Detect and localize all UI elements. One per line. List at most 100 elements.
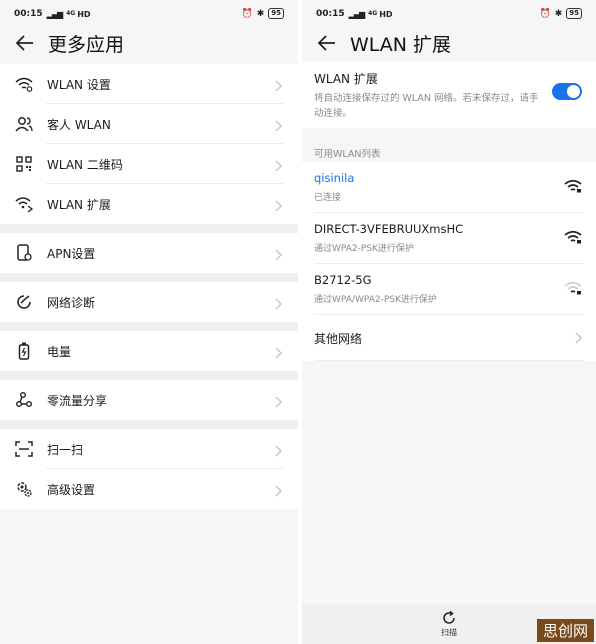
chevron-right-icon: [275, 117, 282, 136]
qrcode-icon: [14, 154, 34, 174]
signal-icon: ▂▄▆: [348, 9, 366, 19]
chevron-right-icon: [275, 393, 282, 412]
battery-indicator: 95: [566, 8, 582, 19]
settings-item[interactable]: 电量: [0, 331, 298, 371]
settings-item[interactable]: WLAN 设置: [0, 64, 298, 104]
back-arrow-icon[interactable]: [14, 32, 36, 54]
wlan-extend-switch[interactable]: [552, 83, 582, 100]
chevron-right-icon: [275, 77, 282, 96]
chevron-right-icon: [275, 197, 282, 216]
settings-list: WLAN 设置 客人 WLAN WLAN 二维码 WLAN 扩展 APN设置网络诊断电量…: [0, 64, 298, 509]
scan-button[interactable]: 扫描: [441, 610, 457, 638]
settings-item[interactable]: 客人 WLAN: [0, 104, 298, 144]
settings-item-label: 扫一扫: [47, 442, 84, 457]
apn-icon: [14, 243, 34, 263]
settings-item-label: 零流量分享: [47, 393, 108, 408]
wlan-network-item[interactable]: DIRECT-3VFEBRUUXmsHC 通过WPA2-PSK进行保护: [302, 213, 596, 264]
settings-item-label: 客人 WLAN: [47, 117, 111, 132]
toggle-description: 将自动连接保存过的 WLAN 网络。若未保存过，请手动连接。: [314, 93, 539, 119]
group-gap: [0, 371, 298, 380]
settings-group: 电量: [0, 331, 298, 371]
network-name: DIRECT-3VFEBRUUXmsHC: [314, 222, 464, 236]
settings-item[interactable]: 网络诊断: [0, 282, 298, 322]
chevron-right-icon: [275, 442, 282, 461]
settings-item[interactable]: 扫一扫: [0, 429, 298, 469]
network-name: qisinila: [314, 171, 355, 185]
wlan-list: qisinila 已连接 DIRECT-3VFEBRUUXmsHC 通过WPA2-PS…: [302, 162, 596, 315]
chevron-right-icon: [275, 482, 282, 501]
hd-badge: HD: [379, 9, 393, 19]
wifi-signal-icon: [564, 229, 582, 248]
wlan-network-item[interactable]: qisinila 已连接: [302, 162, 596, 213]
settings-group: 扫一扫 高级设置: [0, 429, 298, 509]
settings-item[interactable]: APN设置: [0, 233, 298, 273]
settings-item-label: WLAN 扩展: [47, 197, 111, 212]
scan-label: 扫描: [441, 628, 457, 637]
watermark-logo: 思创网: [536, 619, 594, 642]
battery-indicator: 95: [268, 8, 284, 19]
wlan-extend-screen: 00:15 ▂▄▆ 4G HD ⏰ ✱ 95 WLAN 扩展 WLAN 扩展 将…: [302, 0, 596, 644]
network-security: 已连接: [314, 193, 342, 203]
settings-item-label: 高级设置: [47, 482, 96, 497]
network-type: 4G: [66, 10, 76, 17]
settings-group: APN设置: [0, 233, 298, 273]
wlan-extend-toggle-row: WLAN 扩展 将自动连接保存过的 WLAN 网络。若未保存过，请手动连接。: [302, 62, 596, 128]
settings-item-label: 电量: [47, 344, 72, 359]
settings-item[interactable]: 高级设置: [0, 469, 298, 509]
wlan-network-item[interactable]: B2712-5G 通过WPA/WPA2-PSK进行保护: [302, 264, 596, 315]
alarm-icon: ⏰: [241, 8, 253, 19]
network-security: 通过WPA/WPA2-PSK进行保护: [314, 295, 437, 305]
wlan-list-caption: 可用WLAN列表: [302, 128, 596, 162]
group-gap: [0, 322, 298, 331]
more-apps-screen: 00:15 ▂▄▆ 4G HD ⏰ ✱ 95 更多应用 WLAN 设置 客人 WL…: [0, 0, 298, 644]
settings-item-label: APN设置: [47, 246, 96, 261]
chevron-right-icon: [275, 344, 282, 363]
wifi-settings-icon: [14, 74, 34, 94]
wifi-signal-icon: [564, 178, 582, 197]
page-title: WLAN 扩展: [350, 33, 452, 56]
signal-icon: ▂▄▆: [46, 9, 64, 19]
wifi-extend-icon: [14, 194, 34, 214]
settings-item-label: 网络诊断: [47, 295, 96, 310]
bluetooth-icon: ✱: [256, 8, 265, 19]
bluetooth-icon: ✱: [554, 8, 563, 19]
chevron-right-icon: [275, 295, 282, 314]
hd-badge: HD: [77, 9, 91, 19]
group-gap: [0, 224, 298, 233]
page-header: WLAN 扩展: [302, 28, 596, 58]
settings-group: 网络诊断: [0, 282, 298, 322]
battery-icon: [14, 341, 34, 361]
group-gap: [0, 420, 298, 429]
settings-group: WLAN 设置 客人 WLAN WLAN 二维码 WLAN 扩展: [0, 64, 298, 224]
settings-item-label: WLAN 设置: [47, 77, 111, 92]
settings-item[interactable]: 零流量分享: [0, 380, 298, 420]
toggle-title: WLAN 扩展: [314, 72, 378, 86]
back-arrow-icon[interactable]: [316, 32, 338, 54]
settings-item[interactable]: WLAN 扩展: [0, 184, 298, 224]
network-security: 通过WPA2-PSK进行保护: [314, 244, 414, 254]
settings-item-label: WLAN 二维码: [47, 157, 123, 172]
chevron-right-icon: [275, 157, 282, 176]
share-icon: [14, 390, 34, 410]
settings-group: 零流量分享: [0, 380, 298, 420]
page-header: 更多应用: [0, 28, 298, 58]
guest-user-icon: [14, 114, 34, 134]
other-networks-label: 其他网络: [314, 331, 363, 346]
other-networks-item[interactable]: 其他网络: [302, 315, 596, 361]
page-title: 更多应用: [48, 33, 125, 56]
chevron-right-icon: [575, 332, 582, 344]
scan-icon: [14, 439, 34, 459]
network-name: B2712-5G: [314, 273, 372, 287]
status-time: 00:15: [14, 9, 43, 19]
advanced-settings-icon: [14, 479, 34, 499]
alarm-icon: ⏰: [539, 8, 551, 19]
chevron-right-icon: [275, 246, 282, 265]
network-type: 4G: [368, 10, 378, 17]
group-gap: [0, 273, 298, 282]
settings-item[interactable]: WLAN 二维码: [0, 144, 298, 184]
status-bar: 00:15 ▂▄▆ 4G HD ⏰ ✱ 95: [302, 0, 596, 28]
status-time: 00:15: [316, 9, 345, 19]
diagnose-icon: [14, 292, 34, 312]
wifi-signal-icon: [564, 280, 582, 299]
refresh-scan-icon: [443, 610, 455, 624]
